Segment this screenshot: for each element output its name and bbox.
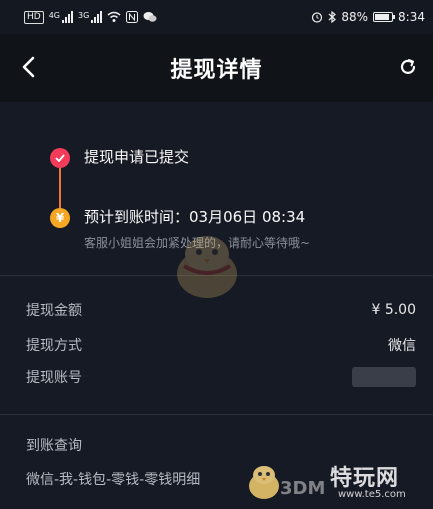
progress-timeline: 提现申请已提交 ¥ 预计到账时间：03月06日 08:34 客服小姐姐会加紧处理… <box>0 102 433 274</box>
method-row: 提现方式 微信 <box>26 335 416 355</box>
signal-icon <box>62 11 73 23</box>
network-type-2: 3G <box>78 10 90 20</box>
network-type-1: 4G <box>48 10 60 20</box>
watermark-logo-icon <box>249 466 279 499</box>
status-bar: HD 4G 3G 88% 8:34 <box>0 0 433 34</box>
hd-badge: HD <box>24 10 44 24</box>
chevron-left-icon <box>22 56 35 78</box>
watermark-site-name: 特玩网 <box>330 466 400 491</box>
method-label: 提现方式 <box>26 338 82 354</box>
step-expected-arrival-label: 预计到账时间：03月06日 08:34 <box>84 208 306 226</box>
account-label: 提现账号 <box>26 370 82 386</box>
method-value: 微信 <box>388 338 416 354</box>
amount-label: 提现金额 <box>26 303 82 319</box>
account-row: 提现账号 <box>26 367 416 387</box>
account-masked-value <box>352 367 416 387</box>
alarm-icon <box>312 12 323 23</box>
back-button[interactable] <box>16 52 40 82</box>
amount-row: 提现金额 ¥ 5.00 <box>26 300 416 320</box>
query-path: 微信-我-钱包-零钱-零钱明细 <box>26 472 201 488</box>
watermark-brand: 3DM <box>280 478 326 499</box>
step-expected-arrival-note: 客服小姐姐会加紧处理的，请耐心等待哦~ <box>84 236 311 250</box>
signal-icon-2 <box>91 11 103 23</box>
wifi-icon <box>107 11 121 22</box>
page-title: 提现详情 <box>170 58 263 83</box>
bluetooth-icon <box>328 11 337 23</box>
step-submitted-label: 提现申请已提交 <box>84 148 190 166</box>
refresh-button[interactable] <box>395 54 421 80</box>
watermark-url: www.te5.com <box>338 489 406 500</box>
status-right: 88% 8:34 <box>311 10 425 24</box>
wechat-icon <box>143 12 157 22</box>
clock: 8:34 <box>398 10 425 24</box>
query-title: 到账查询 <box>26 438 82 454</box>
amount-value: ¥ 5.00 <box>371 302 416 318</box>
battery-icon <box>373 12 396 22</box>
check-icon <box>50 148 70 168</box>
withdrawal-details: 提现金额 ¥ 5.00 提现方式 微信 提现账号 <box>0 276 433 414</box>
battery-percent: 88% <box>341 10 369 24</box>
nav-bar: 提现详情 <box>0 34 433 102</box>
status-left: HD 4G 3G <box>24 10 157 24</box>
refresh-icon <box>400 59 416 74</box>
yen-icon: ¥ <box>50 208 70 228</box>
nfc-icon <box>126 11 139 23</box>
